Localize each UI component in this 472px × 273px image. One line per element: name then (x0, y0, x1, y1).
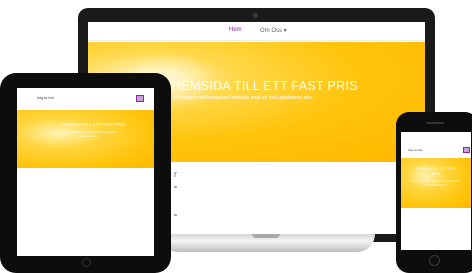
laptop-hero-subtitle: En mogg mobilanpassad hemsida med ett fa… (174, 95, 313, 101)
phone-navbar: hdg.se.info (401, 132, 471, 154)
nav-link-about[interactable]: Om Oss ▾ (260, 27, 287, 34)
home-button-icon (82, 258, 91, 267)
speaker-icon (426, 122, 444, 124)
laptop-hero-title: HEMSIDA TILL ETT FAST PRIS (172, 79, 358, 93)
tablet-hero-title: HEMSIDA TILL ETT FAST PRIS (61, 122, 126, 127)
laptop-notch (252, 234, 280, 238)
phone-logo[interactable]: hdg.se.info (408, 148, 423, 152)
content-marker (174, 186, 177, 188)
tablet-hero-banner (17, 110, 154, 168)
tablet-navbar: hdg.se.info (17, 88, 154, 110)
content-marker (174, 214, 177, 216)
nav-link-home[interactable]: Hem (229, 27, 242, 33)
tablet-screen: hdg.se.info HEMSIDA TILL ETT FAST PRIS E… (17, 88, 154, 256)
tablet-logo[interactable]: hdg.se.info (37, 96, 54, 100)
home-button-icon (429, 255, 440, 266)
content-partial-text: r (174, 169, 177, 179)
hamburger-menu-icon[interactable] (136, 95, 144, 102)
phone-hero-title: HEMSIDA TILL ETT FAST PRIS (415, 167, 457, 176)
phone-screen: hdg.se.info HEMSIDA TILL ETT FAST PRIS E… (401, 132, 471, 250)
camera-icon (253, 13, 258, 18)
phone-hero-subtitle: En mogg mobilanpassad hemsida med ett fa… (412, 180, 460, 187)
hamburger-menu-icon[interactable] (463, 147, 470, 153)
tablet-hero-subtitle: En mogg mobilanpassad hemsida med ett fa… (59, 130, 117, 138)
laptop-navbar: Hem Om Oss ▾ (88, 22, 425, 41)
